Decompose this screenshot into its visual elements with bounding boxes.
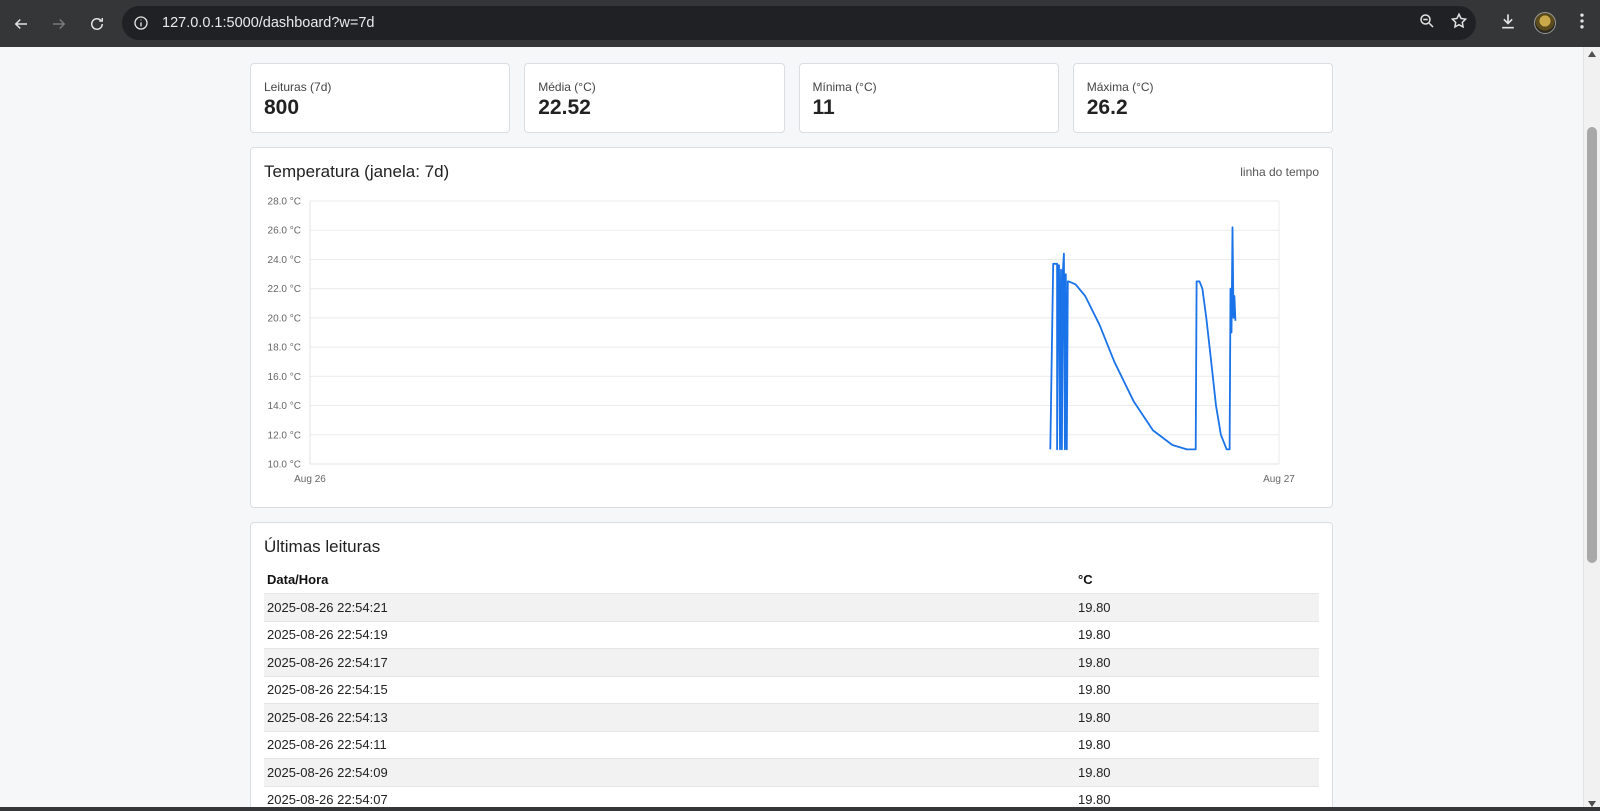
table-row: 2025-08-26 22:54:11 19.80 [264,731,1319,759]
stat-label: Máxima (°C) [1086,80,1154,94]
cell-temperature: 19.80 [1075,676,1319,704]
y-tick-label: 20.0 °C [268,313,301,324]
cell-datetime: 2025-08-26 22:54:17 [264,648,1075,677]
url-text[interactable]: 127.0.0.1:5000/dashboard?w=7d [162,15,374,31]
stat-card-readings: Leituras (7d) 800 [250,63,511,133]
temperature-series-line [1049,226,1237,451]
x-tick-label: Aug 27 [1263,474,1295,485]
stat-label: Mínima (°C) [812,80,877,94]
y-tick-label: 26.0 °C [268,226,301,237]
table-title: Últimas leituras [264,537,381,556]
scrollbar-thumb[interactable] [1587,127,1597,563]
temperature-chart-card: 10.0 °C 12.0 °C 14.0 °C 16.0 °C 18.0 °C 20.0 … [250,147,1333,508]
window-bottom-edge [0,807,1600,811]
chart-hint: linha do tempo [1240,165,1319,179]
table-row: 2025-08-26 22:54:21 19.80 [264,593,1319,622]
latest-readings-card: Últimas leituras Data/Hora °C 2025-08-26… [250,522,1333,811]
vertical-scrollbar[interactable] [1583,47,1600,811]
cell-temperature: 19.80 [1075,731,1319,759]
stat-value: 22.52 [538,96,591,119]
y-tick-label: 22.0 °C [268,284,301,295]
table-row: 2025-08-26 22:54:15 19.80 [264,676,1319,704]
stat-value: 26.2 [1086,96,1128,119]
cell-temperature: 19.80 [1075,593,1319,622]
cell-datetime: 2025-08-26 22:54:19 [264,621,1075,649]
y-tick-label: 24.0 °C [268,255,301,266]
y-tick-label: 10.0 °C [268,460,301,471]
profile-avatar[interactable] [1534,12,1556,34]
y-tick-label: 28.0 °C [268,197,301,208]
stats-row: Leituras (7d) 800 Média (°C) 22.52 Mínim… [250,63,1333,133]
more-menu-icon[interactable] [1572,11,1592,36]
column-header-datetime: Data/Hora [264,567,1075,594]
back-arrow-icon[interactable] [4,7,38,41]
column-header-celsius: °C [1075,567,1319,594]
table-header-row: Data/Hora °C [264,567,1319,594]
download-icon[interactable] [1498,11,1518,36]
zoom-icon[interactable] [1418,12,1436,35]
stat-card-maximum: Máxima (°C) 26.2 [1072,63,1333,133]
table-row: 2025-08-26 22:54:19 19.80 [264,621,1319,649]
temperature-chart: 10.0 °C 12.0 °C 14.0 °C 16.0 °C 18.0 °C 20.0 … [268,197,1296,486]
y-tick-label: 18.0 °C [268,343,301,354]
stat-value: 800 [264,96,300,119]
cell-datetime: 2025-08-26 22:54:21 [264,593,1075,622]
forward-arrow-icon[interactable] [42,7,76,41]
y-tick-label: 12.0 °C [268,430,301,441]
cell-datetime: 2025-08-26 22:54:13 [264,703,1075,732]
page-viewport: Leituras (7d) 800 Média (°C) 22.52 Mínim… [0,47,1583,811]
cell-datetime: 2025-08-26 22:54:15 [264,676,1075,704]
cell-temperature: 19.80 [1075,648,1319,677]
stat-value: 11 [812,96,835,119]
site-info-icon[interactable] [132,14,150,32]
browser-toolbar: 127.0.0.1:5000/dashboard?w=7d [0,0,1600,47]
table-row: 2025-08-26 22:54:17 19.80 [264,648,1319,677]
stat-card-minimum: Mínima (°C) 11 [798,63,1059,133]
chart-title: Temperatura (janela: 7d) [264,162,450,181]
stat-label: Leituras (7d) [264,80,332,94]
table-row: 2025-08-26 22:54:13 19.80 [264,703,1319,732]
stat-label: Média (°C) [538,80,596,94]
cell-temperature: 19.80 [1075,703,1319,732]
reload-icon[interactable] [80,7,114,41]
readings-table: Data/Hora °C 2025-08-26 22:54:21 19.80 20… [264,567,1319,811]
cell-datetime: 2025-08-26 22:54:11 [264,731,1075,759]
bookmark-star-icon[interactable] [1450,12,1468,35]
y-tick-label: 16.0 °C [268,372,301,383]
y-tick-label: 14.0 °C [268,401,301,412]
cell-datetime: 2025-08-26 22:54:09 [264,758,1075,787]
cell-temperature: 19.80 [1075,758,1319,787]
cell-temperature: 19.80 [1075,621,1319,649]
x-tick-label: Aug 26 [294,474,326,485]
stat-card-average: Média (°C) 22.52 [524,63,785,133]
address-bar[interactable]: 127.0.0.1:5000/dashboard?w=7d [122,6,1476,40]
scroll-up-arrow-icon[interactable] [1588,51,1596,57]
table-row: 2025-08-26 22:54:09 19.80 [264,758,1319,787]
dashboard: Leituras (7d) 800 Média (°C) 22.52 Mínim… [250,63,1333,811]
